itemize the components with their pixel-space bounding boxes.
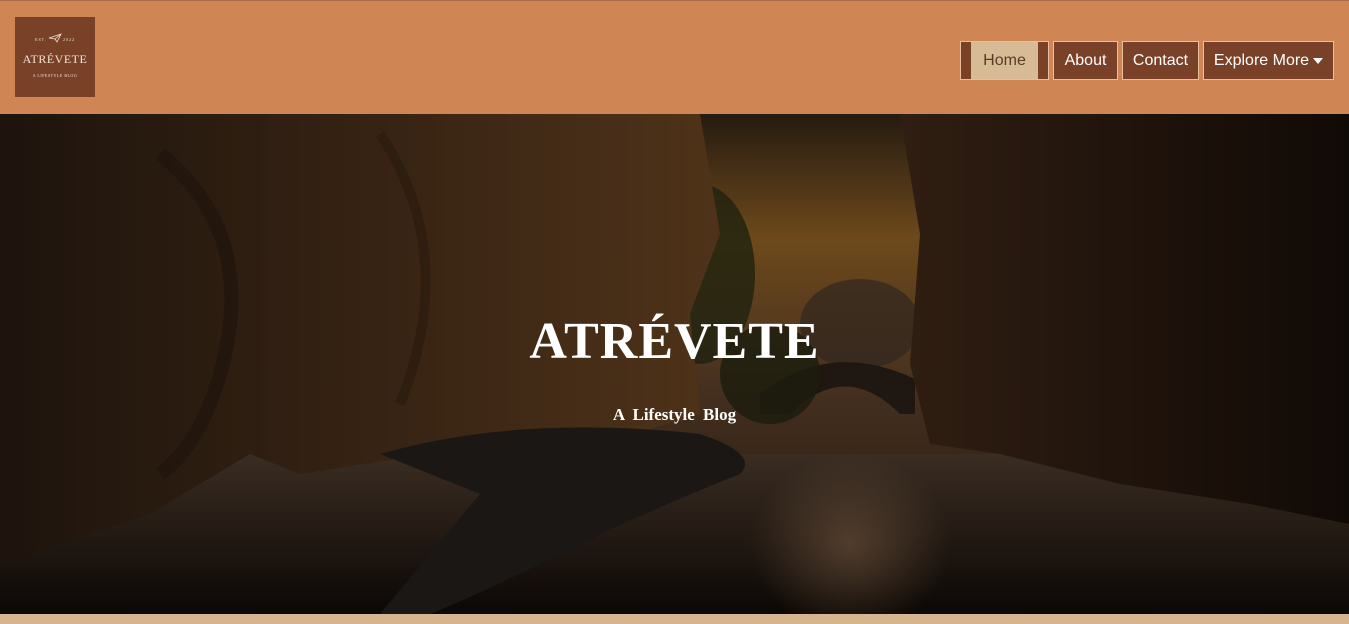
main-nav: Home About Contact Explore More xyxy=(960,41,1334,80)
logo-est: EST. xyxy=(35,37,47,42)
logo-name: ATRÉVETE xyxy=(22,52,88,66)
site-logo[interactable]: EST. 2022 ATRÉVETE A LIFESTYLE BLOG xyxy=(15,17,95,97)
hero-banner: ATRÉVETE A Lifestyle Blog xyxy=(0,114,1349,614)
nav-home[interactable]: Home xyxy=(960,41,1049,80)
nav-about-label: About xyxy=(1064,52,1107,69)
nav-home-label: Home xyxy=(971,42,1038,79)
nav-explore-label: Explore More xyxy=(1213,52,1310,69)
nav-contact[interactable]: Contact xyxy=(1122,41,1199,80)
caret-down-icon xyxy=(1313,57,1324,64)
hero-title: ATRÉVETE xyxy=(529,313,820,370)
paper-plane-icon xyxy=(48,33,62,43)
logo-year: 2022 xyxy=(63,37,75,42)
site-header: EST. 2022 ATRÉVETE A LIFESTYLE BLOG Home… xyxy=(0,0,1349,114)
nav-about[interactable]: About xyxy=(1053,41,1118,80)
nav-contact-label: Contact xyxy=(1132,52,1189,69)
logo-tagline: A LIFESTYLE BLOG xyxy=(32,73,78,78)
hero-subtitle: A Lifestyle Blog xyxy=(612,405,737,424)
nav-explore-more[interactable]: Explore More xyxy=(1203,41,1334,80)
